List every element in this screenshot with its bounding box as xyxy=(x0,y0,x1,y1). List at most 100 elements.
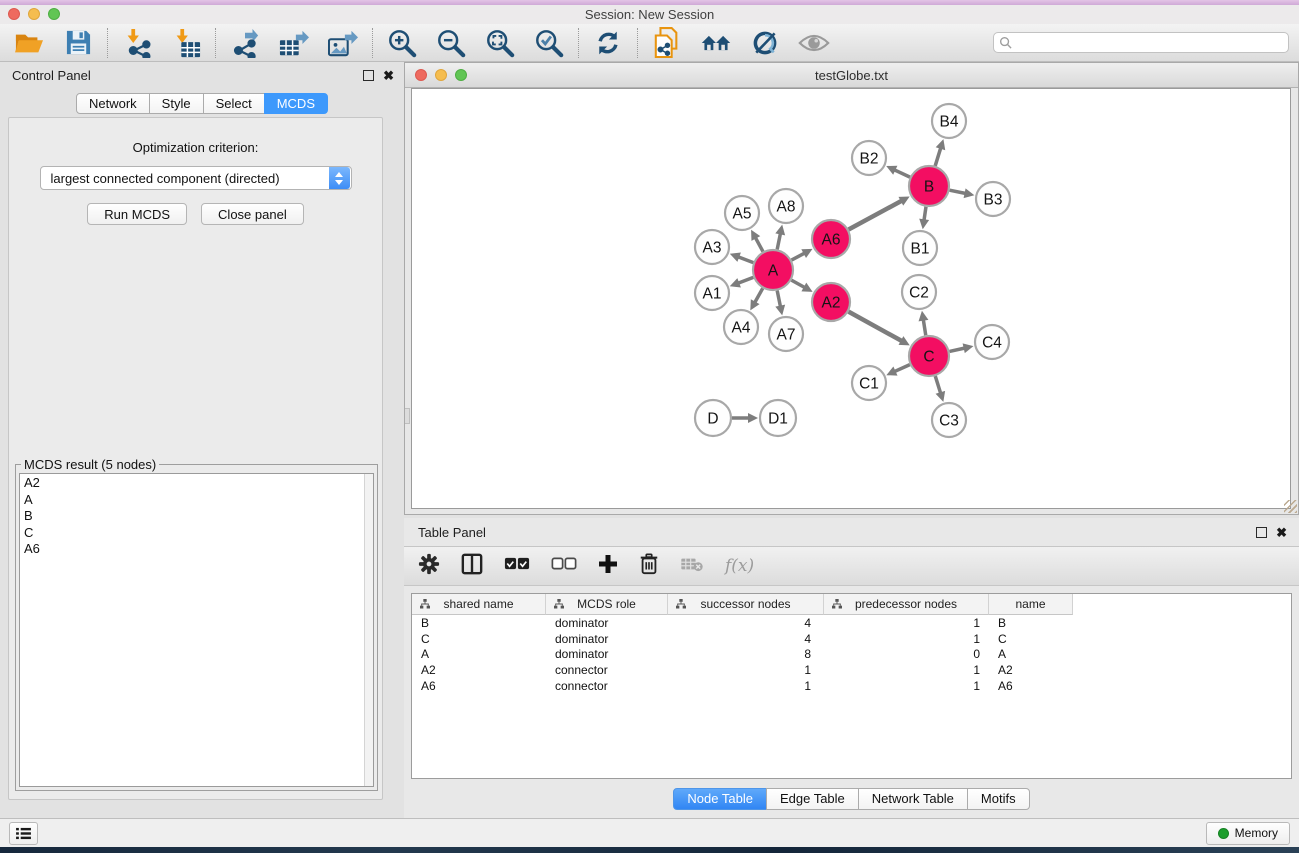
zoom-out-icon[interactable] xyxy=(435,28,467,58)
graph-edge-A2-C[interactable] xyxy=(849,312,903,342)
tab-network[interactable]: Network xyxy=(76,93,150,114)
result-item[interactable]: A6 xyxy=(20,540,373,557)
result-scrollbar[interactable] xyxy=(364,474,373,786)
graph-edge-A-A8[interactable] xyxy=(777,232,780,249)
graph-edge-A6-B[interactable] xyxy=(849,200,903,229)
minimize-window-button[interactable] xyxy=(28,8,40,20)
tab-style[interactable]: Style xyxy=(149,93,204,114)
tab-edge-table[interactable]: Edge Table xyxy=(766,788,859,810)
column-header-predecessor-nodes[interactable]: predecessor nodes xyxy=(824,594,989,615)
export-network-icon[interactable] xyxy=(229,28,261,58)
delete-table-icon[interactable] xyxy=(680,556,704,577)
deselect-all-checks-icon[interactable] xyxy=(551,557,577,575)
result-item[interactable]: A2 xyxy=(20,474,373,491)
table-cell[interactable]: B xyxy=(412,616,546,630)
maximize-network-button[interactable] xyxy=(455,69,467,81)
network-canvas[interactable]: B4B2BB3A8A5A6A3B1AA1C2A2A4A7C4CC1DD1C3 xyxy=(411,88,1291,509)
table-cell[interactable]: C xyxy=(989,632,1073,646)
table-cell[interactable]: 1 xyxy=(824,663,989,677)
memory-button[interactable]: Memory xyxy=(1206,822,1290,845)
graph-edge-B-B1[interactable] xyxy=(924,207,926,221)
import-network-icon[interactable] xyxy=(121,28,153,58)
open-session-icon[interactable] xyxy=(13,28,45,58)
graph-edge-A-A6[interactable] xyxy=(792,253,806,260)
float-table-panel-icon[interactable] xyxy=(1256,527,1267,538)
table-row[interactable]: A2connector11A2 xyxy=(412,662,1291,678)
graph-edge-C-C4[interactable] xyxy=(949,348,965,352)
table-cell[interactable]: connector xyxy=(546,663,668,677)
export-table-icon[interactable] xyxy=(278,28,310,58)
table-cell[interactable]: C xyxy=(412,632,546,646)
close-panel-button[interactable]: Close panel xyxy=(201,203,304,225)
close-table-panel-icon[interactable]: ✖ xyxy=(1276,527,1287,538)
splitter-grip[interactable] xyxy=(405,408,410,424)
column-header-successor-nodes[interactable]: successor nodes xyxy=(668,594,824,615)
graph-edge-B-B3[interactable] xyxy=(950,190,967,193)
table-cell[interactable]: A6 xyxy=(412,679,546,693)
graph-edge-A-A1[interactable] xyxy=(737,277,753,283)
table-cell[interactable]: A2 xyxy=(412,663,546,677)
search-input[interactable] xyxy=(1016,36,1283,50)
close-network-button[interactable] xyxy=(415,69,427,81)
result-item[interactable]: C xyxy=(20,524,373,541)
table-cell[interactable]: A xyxy=(412,647,546,661)
column-header-shared-name[interactable]: shared name xyxy=(412,594,546,615)
zoom-selected-icon[interactable] xyxy=(533,28,565,58)
refresh-icon[interactable] xyxy=(592,28,624,58)
table-cell[interactable]: dominator xyxy=(546,616,668,630)
function-builder-icon[interactable]: f(x) xyxy=(725,556,754,576)
zoom-in-icon[interactable] xyxy=(386,28,418,58)
minimize-network-button[interactable] xyxy=(435,69,447,81)
table-row[interactable]: Adominator80A xyxy=(412,647,1291,663)
table-cell[interactable]: 4 xyxy=(668,632,824,646)
column-header-name[interactable]: name xyxy=(989,594,1073,615)
table-cell[interactable]: 8 xyxy=(668,647,824,661)
export-image-icon[interactable] xyxy=(327,28,359,58)
graph-edge-C-C3[interactable] xyxy=(935,376,941,394)
result-item[interactable]: A xyxy=(20,491,373,508)
window-resize-grip[interactable] xyxy=(1284,500,1297,513)
table-cell[interactable]: 1 xyxy=(668,663,824,677)
table-row[interactable]: Cdominator41C xyxy=(412,631,1291,647)
graph-edge-C-C2[interactable] xyxy=(923,319,926,336)
show-hidden-eye-icon[interactable] xyxy=(798,28,830,58)
run-mcds-button[interactable]: Run MCDS xyxy=(87,203,187,225)
table-cell[interactable]: connector xyxy=(546,679,668,693)
node-table[interactable]: shared nameMCDS rolesuccessor nodesprede… xyxy=(411,593,1292,779)
graph-edge-B-B4[interactable] xyxy=(935,147,941,166)
table-cell[interactable]: 1 xyxy=(824,616,989,630)
first-neighbors-icon[interactable] xyxy=(700,28,732,58)
table-cell[interactable]: A2 xyxy=(989,663,1073,677)
mcds-result-list[interactable]: A2ABCA6 xyxy=(19,473,374,787)
close-window-button[interactable] xyxy=(8,8,20,20)
column-header-MCDS-role[interactable]: MCDS role xyxy=(546,594,668,615)
table-row[interactable]: A6connector11A6 xyxy=(412,678,1291,694)
criterion-dropdown[interactable]: largest connected component (directed) xyxy=(40,166,352,190)
hide-selected-icon[interactable] xyxy=(749,28,781,58)
table-cell[interactable]: dominator xyxy=(546,632,668,646)
tab-motifs[interactable]: Motifs xyxy=(967,788,1030,810)
table-cell[interactable]: 4 xyxy=(668,616,824,630)
table-cell[interactable]: 0 xyxy=(824,647,989,661)
close-panel-icon[interactable]: ✖ xyxy=(383,70,394,81)
tab-mcds[interactable]: MCDS xyxy=(264,93,328,114)
new-network-from-selection-icon[interactable] xyxy=(651,28,683,58)
table-row[interactable]: Bdominator41B xyxy=(412,615,1291,631)
table-cell[interactable]: A6 xyxy=(989,679,1073,693)
table-cell[interactable]: dominator xyxy=(546,647,668,661)
graph-edge-A-A3[interactable] xyxy=(737,257,753,263)
table-cell[interactable]: B xyxy=(989,616,1073,630)
search-box[interactable] xyxy=(993,32,1289,53)
float-panel-icon[interactable] xyxy=(363,70,374,81)
add-column-icon[interactable] xyxy=(598,554,618,579)
result-item[interactable]: B xyxy=(20,507,373,524)
table-cell[interactable]: 1 xyxy=(824,679,989,693)
graph-edge-C-C1[interactable] xyxy=(894,365,910,372)
graph-edge-A-A2[interactable] xyxy=(791,280,805,288)
zoom-fit-icon[interactable] xyxy=(484,28,516,58)
graph-edge-A-A5[interactable] xyxy=(755,237,763,252)
maximize-window-button[interactable] xyxy=(48,8,60,20)
table-cell[interactable]: A xyxy=(989,647,1073,661)
table-cell[interactable]: 1 xyxy=(824,632,989,646)
show-task-history-button[interactable] xyxy=(9,822,38,845)
